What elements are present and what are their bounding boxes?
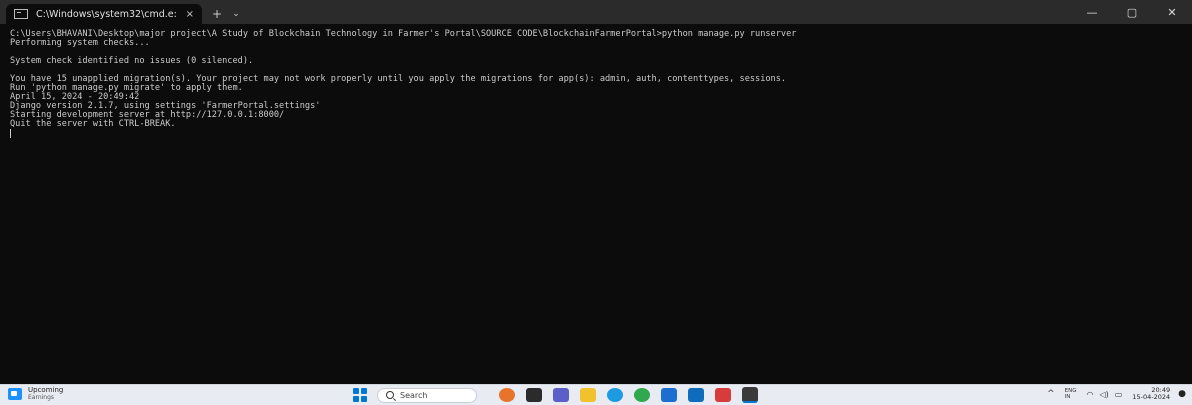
mail-icon[interactable] [688,388,704,402]
taskbar-center: Search [353,387,769,403]
window-controls: — ▢ ✕ [1072,0,1192,24]
terminal-tab[interactable]: C:\Windows\system32\cmd.e: × [6,4,202,24]
windows-logo-icon [353,388,359,394]
console-line: Quit the server with CTRL-BREAK. [10,119,176,129]
tab-dropdown-button[interactable]: ⌄ [228,4,244,24]
console-line: Performing system checks... [10,38,150,48]
edge-icon[interactable] [607,388,623,402]
notification-bell-icon[interactable]: ● [1178,389,1186,399]
wps-icon[interactable] [715,388,731,402]
flower-widget-icon[interactable] [499,388,515,402]
chrome-icon[interactable] [634,388,650,402]
start-button[interactable] [353,388,367,402]
new-tab-button[interactable]: + [206,4,228,24]
tab-title: C:\Windows\system32\cmd.e: [36,8,177,20]
text-cursor [10,129,11,138]
clock[interactable]: 20:49 15-04-2024 [1132,387,1170,401]
title-bar: C:\Windows\system32\cmd.e: × + ⌄ — ▢ ✕ [0,0,1192,24]
task-view-icon[interactable] [526,388,542,402]
minimize-button[interactable]: — [1072,0,1112,24]
maximize-button[interactable]: ▢ [1112,0,1152,24]
chevron-up-icon[interactable]: ^ [1047,389,1055,399]
store-icon[interactable] [661,388,677,402]
tab-close-button[interactable]: × [186,9,194,20]
region-code: IN [1064,394,1071,400]
search-icon [386,391,394,399]
widgets-button[interactable]: Upcoming Earnings [8,387,63,401]
close-button[interactable]: ✕ [1152,0,1192,24]
search-placeholder: Search [400,390,428,400]
terminal-icon[interactable] [742,387,758,403]
battery-icon[interactable]: ▭ [1115,390,1123,399]
search-box[interactable]: Search [377,387,477,403]
console-line: System check identified no issues (0 sil… [10,56,254,66]
taskbar: Upcoming Earnings Search ^ ENG IN ◠ ◁) ▭ [0,384,1192,405]
widget-title: Upcoming [28,386,64,394]
file-explorer-icon[interactable] [580,388,596,402]
stocks-icon [8,388,22,400]
clock-date: 15-04-2024 [1132,393,1171,401]
system-tray: ^ ENG IN ◠ ◁) ▭ 20:49 15-04-2024 ● [1047,387,1186,401]
cmd-icon [14,9,28,19]
console-output[interactable]: C:\Users\BHAVANI\Desktop\major project\A… [0,24,1192,384]
widget-subtitle: Earnings [28,394,55,401]
language-indicator[interactable]: ENG IN [1065,388,1077,400]
volume-icon[interactable]: ◁) [1100,390,1109,399]
wifi-icon[interactable]: ◠ [1087,390,1094,399]
chat-icon[interactable] [553,388,569,402]
